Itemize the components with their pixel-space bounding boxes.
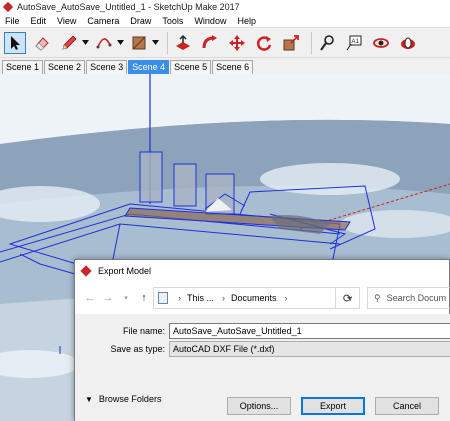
back-arrow-icon[interactable]: ← (81, 289, 99, 307)
forward-arrow-icon[interactable]: → (99, 289, 117, 307)
sketchup-logo-icon (80, 265, 92, 277)
title-bar: AutoSave_AutoSave_Untitled_1 - SketchUp … (0, 0, 450, 14)
menu-view[interactable]: View (52, 16, 82, 26)
window-title: AutoSave_AutoSave_Untitled_1 - SketchUp … (17, 2, 240, 12)
paint-dropdown-icon[interactable] (151, 32, 159, 54)
dialog-title-bar: Export Model (75, 260, 449, 282)
chevron-right-icon: › (222, 293, 226, 303)
chevron-right-icon: › (284, 293, 288, 303)
svg-text:A1: A1 (352, 39, 360, 45)
move-tool-icon[interactable] (226, 32, 248, 54)
search-icon: ⚲ (374, 292, 381, 303)
chevron-right-icon: › (178, 293, 181, 303)
tab-scene-1[interactable]: Scene 1 (2, 60, 44, 74)
sketchup-logo-icon (2, 1, 14, 13)
export-model-dialog: Export Model ← → ▾ ↑ › This ... › Docume… (74, 259, 450, 421)
up-arrow-icon[interactable]: ↑ (135, 289, 153, 307)
look-around-tool-icon[interactable] (397, 32, 419, 54)
history-dropdown-icon[interactable]: ▾ (117, 289, 135, 307)
follow-me-tool-icon[interactable] (199, 32, 221, 54)
search-placeholder: Search Docum (386, 293, 447, 303)
toolbar-divider (167, 31, 168, 54)
address-bar[interactable]: › This ... › Documents › ∨ (153, 287, 360, 309)
breadcrumb-documents[interactable]: Documents (231, 293, 277, 303)
chevron-down-icon: ▼ (85, 394, 93, 404)
paint-bucket-tool-icon[interactable] (128, 32, 150, 54)
toolbar: A1 (0, 27, 450, 58)
menu-bar: File Edit View Camera Draw Tools Window … (0, 14, 450, 27)
file-name-label: File name: (122, 326, 165, 336)
menu-help[interactable]: Help (232, 16, 262, 26)
search-input[interactable]: ⚲ Search Docum (367, 287, 450, 309)
save-type-select[interactable]: AutoCAD DXF File (*.dxf) (169, 341, 450, 357)
options-button[interactable]: Options... (227, 397, 291, 415)
orbit-tool-icon[interactable] (370, 32, 392, 54)
tab-scene-5[interactable]: Scene 5 (170, 60, 212, 74)
pencil-tool-icon[interactable] (58, 32, 80, 54)
file-fields-panel: File name: AutoSave_AutoSave_Untitled_1 … (75, 314, 450, 374)
menu-window[interactable]: Window (189, 16, 232, 26)
tape-measure-tool-icon[interactable] (316, 32, 338, 54)
save-type-row: Save as type: AutoCAD DXF File (*.dxf) (75, 341, 450, 357)
scale-tool-icon[interactable] (280, 32, 302, 54)
browse-folders-label: Browse Folders (98, 394, 162, 404)
refresh-icon[interactable]: ⟳ (335, 287, 359, 309)
file-name-row: File name: AutoSave_AutoSave_Untitled_1 (75, 323, 450, 339)
eraser-tool-icon[interactable] (31, 32, 53, 54)
file-name-field[interactable]: AutoSave_AutoSave_Untitled_1 (169, 323, 450, 339)
menu-edit[interactable]: Edit (26, 16, 53, 26)
tab-scene-3[interactable]: Scene 3 (86, 60, 128, 74)
pencil-dropdown-icon[interactable] (81, 32, 89, 54)
menu-camera[interactable]: Camera (82, 16, 125, 26)
folder-icon (158, 292, 168, 304)
tab-scene-6[interactable]: Scene 6 (212, 60, 254, 74)
text-tool-icon[interactable]: A1 (343, 32, 365, 54)
menu-draw[interactable]: Draw (125, 16, 157, 26)
toolbar-divider (311, 31, 312, 54)
save-type-label: Save as type: (110, 344, 165, 354)
rotate-tool-icon[interactable] (253, 32, 275, 54)
menu-tools[interactable]: Tools (157, 16, 189, 26)
select-tool-icon[interactable] (4, 31, 26, 54)
scene-tabs: Scene 1 Scene 2 Scene 3 Scene 4 Scene 5 … (0, 58, 450, 74)
cancel-button[interactable]: Cancel (375, 397, 439, 415)
arc-tool-icon[interactable] (93, 32, 115, 54)
dialog-title: Export Model (98, 266, 152, 276)
tab-scene-2[interactable]: Scene 2 (44, 60, 86, 74)
arc-dropdown-icon[interactable] (116, 32, 124, 54)
tab-scene-4[interactable]: Scene 4 (128, 60, 170, 74)
dialog-footer: ▼ Browse Folders Options... Export Cance… (75, 374, 450, 421)
export-button[interactable]: Export (301, 397, 365, 415)
breadcrumb-this-pc[interactable]: This ... (187, 293, 214, 303)
menu-file[interactable]: File (0, 16, 26, 26)
push-pull-tool-icon[interactable] (172, 32, 194, 54)
browse-folders-toggle[interactable]: ▼ Browse Folders (85, 394, 161, 404)
